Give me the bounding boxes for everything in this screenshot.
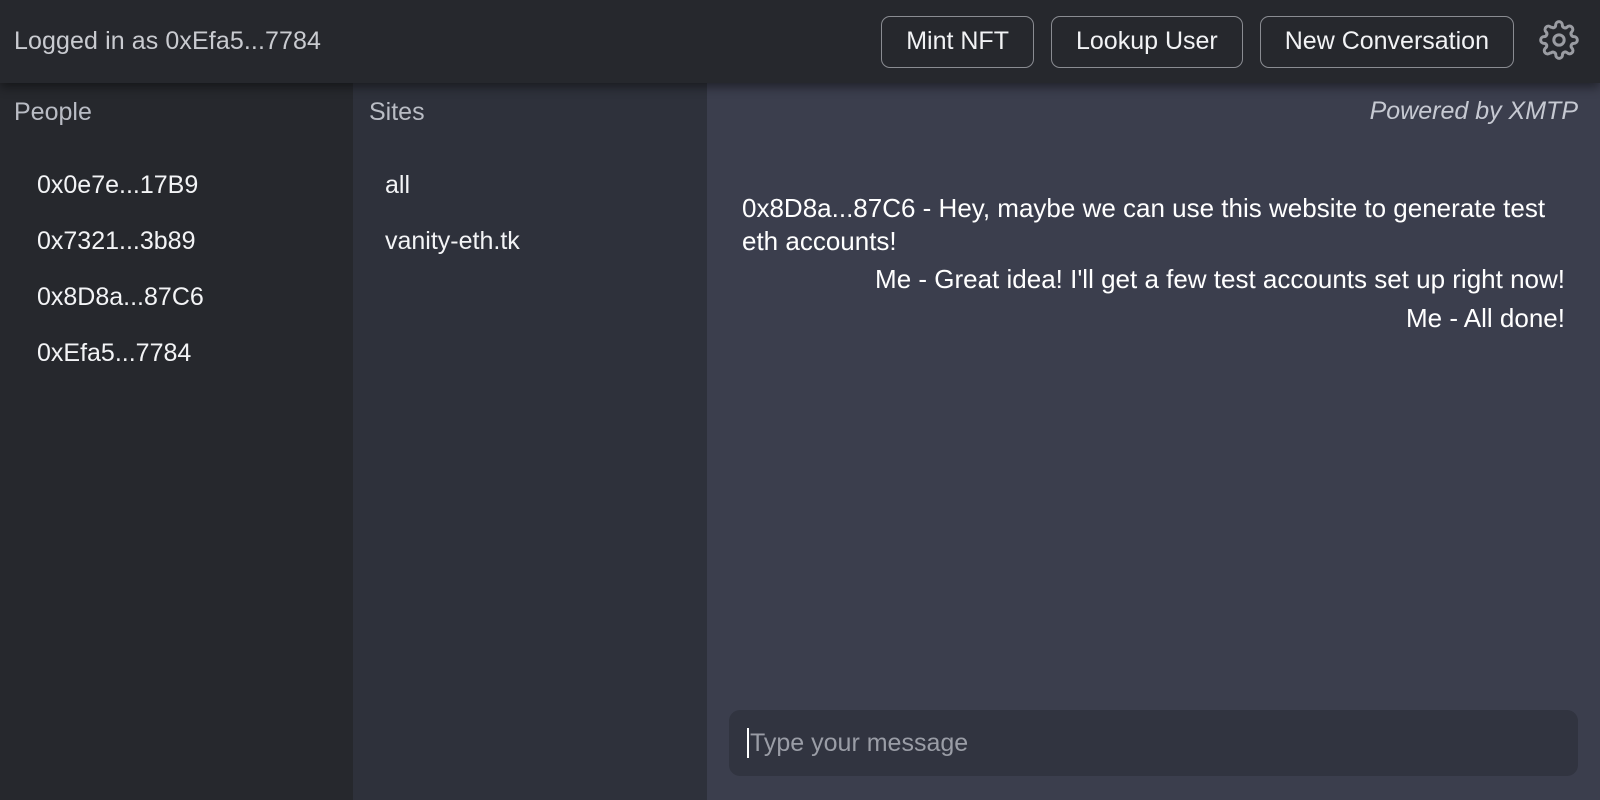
sites-list-item[interactable]: all (353, 157, 707, 213)
mint-nft-button[interactable]: Mint NFT (881, 15, 1034, 68)
people-list: 0x0e7e...17B9 0x7321...3b89 0x8D8a...87C… (0, 127, 353, 381)
message-item: Me - Great idea! I'll get a few test acc… (875, 264, 1565, 294)
people-panel-title: People (14, 98, 92, 126)
people-list-item[interactable]: 0x7321...3b89 (0, 213, 353, 269)
sites-list: all vanity-eth.tk (353, 127, 707, 269)
message-input-wrapper[interactable] (729, 710, 1578, 776)
top-bar-actions: Mint NFT Lookup User New Conversation (881, 15, 1600, 68)
text-cursor (747, 728, 749, 758)
people-panel: People 0x0e7e...17B9 0x7321...3b89 0x8D8… (0, 83, 353, 800)
people-list-item[interactable]: 0xEfa5...7784 (0, 325, 353, 381)
people-list-item[interactable]: 0x8D8a...87C6 (0, 269, 353, 325)
logged-in-status: Logged in as 0xEfa5...7784 (14, 27, 322, 55)
message-list: 0x8D8a...87C6 - Hey, maybe we can use th… (707, 126, 1600, 710)
sites-list-item[interactable]: vanity-eth.tk (353, 213, 707, 269)
sites-panel: Sites all vanity-eth.tk (353, 83, 707, 800)
app-root: Logged in as 0xEfa5...7784 Mint NFT Look… (0, 0, 1600, 800)
message-item: 0x8D8a...87C6 - Hey, maybe we can use th… (742, 193, 1546, 256)
lookup-user-button[interactable]: Lookup User (1050, 15, 1243, 68)
message-input[interactable] (750, 710, 1560, 776)
top-bar: Logged in as 0xEfa5...7784 Mint NFT Look… (0, 0, 1600, 83)
message-item: Me - All done! (1406, 302, 1565, 333)
powered-by-label: Powered by XMTP (1369, 97, 1578, 125)
people-list-item[interactable]: 0x0e7e...17B9 (0, 157, 353, 213)
main-content: People 0x0e7e...17B9 0x7321...3b89 0x8D8… (0, 83, 1600, 800)
message-composer (707, 710, 1600, 800)
chat-panel: Powered by XMTP 0x8D8a...87C6 - Hey, may… (707, 83, 1600, 800)
new-conversation-button[interactable]: New Conversation (1259, 15, 1514, 68)
gear-icon (1539, 20, 1579, 63)
sites-panel-title: Sites (369, 98, 425, 126)
settings-button[interactable] (1536, 19, 1582, 65)
